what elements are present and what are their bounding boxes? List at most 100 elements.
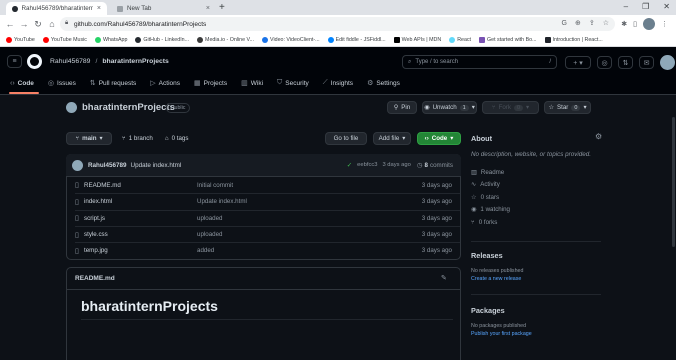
bookmark-star-icon[interactable]: ☆	[603, 19, 609, 27]
commit-author[interactable]: Rahul456789	[88, 162, 127, 169]
commits-label[interactable]: commits	[430, 162, 453, 169]
sidepanel-icon[interactable]: ▯	[633, 20, 637, 28]
window-close-icon[interactable]: ✕	[663, 2, 670, 11]
zoom-icon[interactable]: ⊕	[575, 19, 581, 27]
omnibox[interactable]: 🔒︎ github.com/Rahul456789/bharatinternPr…	[60, 17, 615, 31]
tab-projects[interactable]: ▦ Projects	[194, 79, 227, 88]
file-name[interactable]: script.js	[84, 215, 197, 222]
publish-package-link[interactable]: Publish your first package	[471, 331, 532, 337]
create-new-button[interactable]: + ▾	[565, 56, 591, 69]
minimize-icon[interactable]: –	[624, 2, 628, 11]
file-commit-message[interactable]: added	[197, 247, 397, 254]
close-tab-icon[interactable]: ×	[206, 5, 210, 12]
branch-selector[interactable]: ⑂ main ▾	[66, 132, 112, 145]
file-commit-message[interactable]: Initial commit	[197, 182, 397, 189]
bookmark-jsfiddle[interactable]: Edit fiddle - JSFiddl...	[327, 37, 386, 43]
go-to-file-button[interactable]: Go to file	[325, 132, 367, 145]
bookmark-whatsapp[interactable]: WhatsApp	[94, 37, 127, 43]
tags-link[interactable]: ⌂ 0 tags	[165, 135, 189, 142]
profile-avatar[interactable]	[643, 18, 655, 30]
table-row[interactable]: ▯ README.md Initial commit 3 days ago	[75, 177, 460, 193]
menu-icon[interactable]: ⋮	[661, 20, 668, 28]
tab-actions[interactable]: ▷ Actions	[150, 79, 180, 88]
bookmark-youtube[interactable]: YouTube	[6, 37, 35, 43]
forks-link[interactable]: ⑂ 0 forks	[471, 216, 601, 229]
star-button[interactable]: ☆ Star 0 ▾	[544, 101, 591, 114]
table-row[interactable]: ▯ index.html Update index.html 3 days ago	[75, 193, 460, 209]
google-lens-icon[interactable]: G	[562, 20, 567, 27]
tab-settings[interactable]: ⚙ Settings	[367, 79, 400, 88]
extensions-icon[interactable]: ✱	[621, 20, 627, 28]
file-name[interactable]: style.css	[84, 231, 197, 238]
pull-requests-icon[interactable]: ⇅	[618, 56, 633, 69]
issues-icon[interactable]: ◎	[597, 56, 612, 69]
scrollbar-thumb[interactable]	[671, 117, 675, 247]
search-input[interactable]: ⌕ Type / to search /	[402, 55, 557, 69]
create-release-link[interactable]: Create a new release	[471, 276, 521, 282]
tab-issues[interactable]: ◎ Issues	[48, 79, 76, 88]
tab-security[interactable]: ⛉ Security	[277, 79, 309, 87]
tab-new-tab[interactable]: New Tab ×	[111, 2, 216, 15]
commit-message[interactable]: Update index.html	[131, 162, 182, 169]
github-logo-icon[interactable]	[27, 54, 42, 69]
file-name[interactable]: README.md	[84, 182, 197, 189]
scrollbar-track[interactable]	[670, 95, 676, 360]
stars-link[interactable]: ☆ 0 stars	[471, 191, 601, 204]
home-icon[interactable]: ⌂	[46, 18, 58, 30]
check-icon[interactable]: ✓	[347, 161, 352, 169]
maximize-icon[interactable]: ❐	[642, 2, 649, 11]
edit-pencil-icon[interactable]: ✎	[441, 274, 447, 282]
code-button[interactable]: ‹› Code ▾	[417, 132, 461, 145]
share-icon[interactable]: ⇪	[589, 19, 595, 27]
readme-link[interactable]: ▥ Readme	[471, 166, 601, 179]
file-commit-message[interactable]: Update index.html	[197, 198, 397, 205]
gear-icon[interactable]: ⚙	[595, 132, 602, 141]
new-tab-button[interactable]: +	[219, 2, 225, 13]
repo-name-link[interactable]: bharatinternProjects	[102, 58, 168, 65]
commit-hash[interactable]: eebfcc3	[357, 162, 377, 168]
bookmark-youtube-music[interactable]: YouTube Music	[42, 37, 87, 43]
file-commit-message[interactable]: uploaded	[197, 231, 397, 238]
tab-wiki[interactable]: ▥ Wiki	[241, 79, 263, 88]
branches-link[interactable]: ⑂ 1 branch	[122, 135, 153, 142]
bookmark-react[interactable]: React	[449, 37, 471, 43]
packages-title[interactable]: Packages	[471, 306, 505, 315]
commit-author-avatar[interactable]	[72, 159, 83, 171]
add-file-button[interactable]: Add file ▾	[373, 132, 411, 145]
tab-pull-requests[interactable]: ⇅ Pull requests	[90, 79, 136, 88]
notifications-icon[interactable]: ✉	[639, 56, 654, 69]
pin-button[interactable]: ⚲ Pin	[387, 101, 417, 114]
table-row[interactable]: ▯ script.js uploaded 3 days ago	[75, 209, 460, 226]
lock-icon[interactable]: 🔒︎	[65, 20, 68, 27]
user-avatar[interactable]	[660, 55, 675, 70]
back-icon[interactable]: ←	[4, 18, 16, 30]
releases-title[interactable]: Releases	[471, 251, 503, 260]
bookmark-github[interactable]: GitHub - LinkedIn...	[135, 37, 189, 43]
table-row[interactable]: ▯ style.css uploaded 3 days ago	[75, 225, 460, 242]
bookmark-video[interactable]: Video: VideoClient-...	[262, 37, 320, 43]
bookmark-mediaio[interactable]: Media.io - Online V...	[197, 37, 254, 43]
file-name[interactable]: temp.jpg	[84, 247, 197, 254]
reload-icon[interactable]: ↻	[32, 18, 44, 30]
tab-insights[interactable]: ⟋ Insights	[323, 79, 353, 87]
commit-count[interactable]: 8	[425, 162, 428, 169]
fork-button[interactable]: ⑂ Fork 0 ▾	[482, 101, 539, 114]
hamburger-menu-icon[interactable]: ≡	[7, 55, 22, 68]
tab-github[interactable]: Rahul456789/bharatinternProje... ×	[6, 2, 107, 15]
readme-title[interactable]: README.md	[75, 275, 115, 282]
watching-link[interactable]: ◉ 1 watching	[471, 204, 601, 217]
bookmark-mdn[interactable]: Web APIs | MDN	[393, 37, 441, 43]
repo-title[interactable]: bharatinternProjects	[82, 102, 175, 113]
bookmark-bootstrap[interactable]: Get started with Bo...	[479, 37, 537, 43]
tab-code[interactable]: ‹› Code	[10, 80, 34, 87]
bookmark-react-intro[interactable]: Introduction | React...	[544, 37, 603, 43]
unwatch-button[interactable]: ◉ Unwatch 1 ▾	[422, 101, 477, 114]
table-row[interactable]: ▯ temp.jpg added 3 days ago	[75, 242, 460, 258]
forward-icon[interactable]: →	[18, 18, 30, 30]
file-name[interactable]: index.html	[84, 198, 197, 205]
activity-link[interactable]: ∿ Activity	[471, 179, 601, 192]
file-commit-message[interactable]: uploaded	[197, 215, 397, 222]
close-tab-icon[interactable]: ×	[97, 5, 101, 12]
repo-owner-link[interactable]: Rahul456789	[50, 58, 90, 65]
pulse-icon: ∿	[471, 181, 477, 189]
